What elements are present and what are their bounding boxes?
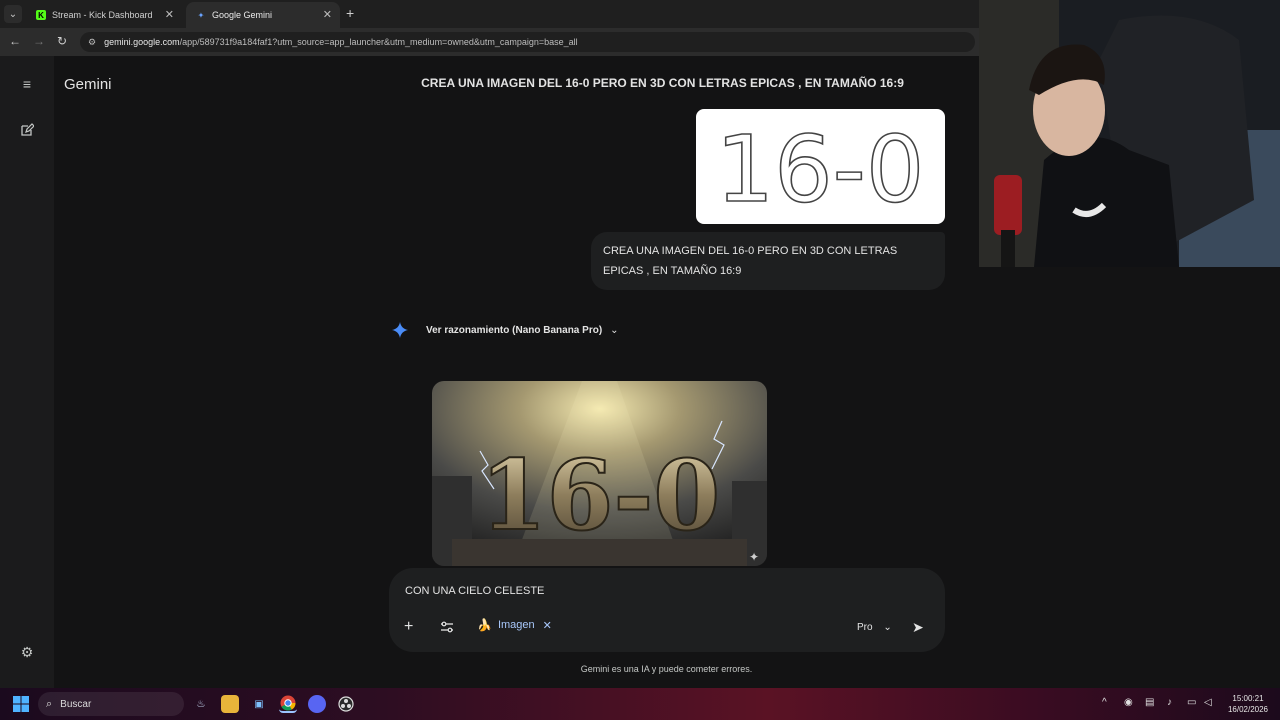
search-placeholder: Buscar xyxy=(60,698,92,710)
reload-icon[interactable]: ↻ xyxy=(57,34,67,48)
search-icon: ⌕ xyxy=(46,697,53,710)
windows-start-icon[interactable] xyxy=(13,696,29,712)
send-arrow-icon[interactable]: ➤ xyxy=(912,619,924,636)
mode-label: Pro xyxy=(857,622,873,633)
user-message-line: EPICAS , EN TAMAÑO 16:9 xyxy=(603,265,742,277)
chrome-icon[interactable] xyxy=(279,695,297,713)
url-host: gemini.google.com xyxy=(104,37,180,47)
site-info-icon[interactable]: ⚙ xyxy=(88,37,96,48)
right-background xyxy=(979,267,1280,688)
sketch-handwriting: 16-0 xyxy=(716,116,925,223)
disclaimer-text: Gemini es una IA y puede cometer errores… xyxy=(580,664,753,674)
close-tab-icon[interactable]: ✕ xyxy=(165,8,174,21)
user-message-bubble: CREA UNA IMAGEN DEL 16-0 PERO EN 3D CON … xyxy=(591,232,945,290)
obs-icon[interactable] xyxy=(337,695,355,713)
tab-google-gemini[interactable]: ✦ Google Gemini ✕ xyxy=(186,2,340,28)
new-tab-plus-icon[interactable]: + xyxy=(346,5,354,21)
tray-chevron-up-icon[interactable]: ^ xyxy=(1102,697,1107,708)
file-explorer-icon[interactable] xyxy=(221,695,239,713)
remove-chip-close-icon[interactable]: ✕ xyxy=(543,619,552,632)
tab-search-chevron-icon[interactable]: ⌄ xyxy=(4,5,22,23)
clock-time: 15:00:21 xyxy=(1232,694,1264,703)
gemini-app: ≡ ⚙ Gemini CREA UNA IMAGEN DEL 16-0 PERO… xyxy=(0,56,980,688)
back-arrow-icon[interactable]: ← xyxy=(9,34,21,48)
show-reasoning-toggle[interactable]: Ver razonamiento (Nano Banana Pro) ⌄ xyxy=(392,322,619,338)
chip-label: Imagen xyxy=(497,619,535,631)
keyboard-icon[interactable]: ▤ xyxy=(1145,697,1154,708)
conversation-title: CREA UNA IMAGEN DEL 16-0 PERO EN 3D CON … xyxy=(421,76,904,90)
system-clock[interactable]: 15:00:21 16/02/2026 xyxy=(1222,693,1274,715)
clock-date: 16/02/2026 xyxy=(1227,705,1269,714)
windows-taskbar: ⌕ Buscar ♨ ▣ ^ ◉ ▤ ♪ ▭ ◁ 15:00:21 16/02/… xyxy=(0,688,1280,720)
model-mode-dropdown[interactable]: Pro ⌄ xyxy=(857,622,892,633)
close-tab-icon[interactable]: ✕ xyxy=(323,8,332,21)
uploaded-sketch-image[interactable]: 16-0 xyxy=(696,109,945,224)
generated-image[interactable]: 16-0 ✦ xyxy=(432,381,767,566)
url-path: /app/589731f9a184faf1?utm_source=app_lau… xyxy=(179,37,578,47)
brand-name: Gemini xyxy=(64,76,112,93)
store-icon[interactable]: ▣ xyxy=(250,695,268,713)
steam-icon[interactable]: ♨ xyxy=(192,695,210,713)
tab-label: Google Gemini xyxy=(212,10,273,20)
reasoning-label: Ver razonamiento (Nano Banana Pro) xyxy=(426,324,603,336)
gemini-spark-icon xyxy=(392,322,408,338)
settings-gear-icon[interactable]: ⚙ xyxy=(18,643,36,661)
user-message-line: CREA UNA IMAGEN DEL 16-0 PERO EN 3D CON … xyxy=(603,245,898,257)
tab-label: Stream - Kick Dashboard xyxy=(52,10,153,20)
add-attachment-plus-icon[interactable]: + xyxy=(404,618,413,636)
volume-icon[interactable]: ◁ xyxy=(1204,697,1212,708)
network-icon[interactable]: ▭ xyxy=(1187,697,1196,708)
sidebar: ≡ ⚙ xyxy=(0,56,54,688)
discord-icon[interactable] xyxy=(308,695,326,713)
streamer-webcam-image xyxy=(979,0,1280,267)
webcam-overlay xyxy=(979,0,1280,267)
taskbar-search[interactable]: ⌕ Buscar xyxy=(38,692,184,716)
prompt-composer: CON UNA CIELO CELESTE + 🍌 Imagen ✕ Pro ⌄… xyxy=(389,568,945,652)
banana-icon: 🍌 xyxy=(477,618,492,632)
gemini-icon: ✦ xyxy=(197,10,205,20)
gemini-watermark-icon: ✦ xyxy=(749,550,759,564)
discord-tray-icon[interactable]: ◉ xyxy=(1124,697,1133,708)
chevron-down-icon: ⌄ xyxy=(610,324,619,336)
browser-tab-bar: ⌄ K Stream - Kick Dashboard ✕ ✦ Google G… xyxy=(0,0,980,28)
tools-sliders-icon[interactable] xyxy=(440,621,454,633)
new-chat-edit-icon[interactable] xyxy=(18,121,36,139)
image-tool-chip[interactable]: 🍌 Imagen ✕ xyxy=(477,618,552,632)
microphone-icon[interactable]: ♪ xyxy=(1167,697,1172,708)
tab-kick-dashboard[interactable]: K Stream - Kick Dashboard ✕ xyxy=(26,2,182,28)
generated-image-text: 16-0 xyxy=(480,439,720,552)
browser-toolbar: ← → ↻ ⚙ gemini.google.com /app/589731f9a… xyxy=(0,28,980,56)
kick-icon: K xyxy=(36,10,46,20)
forward-arrow-icon[interactable]: → xyxy=(33,34,45,48)
prompt-input[interactable]: CON UNA CIELO CELESTE xyxy=(405,585,544,597)
address-bar[interactable]: ⚙ gemini.google.com /app/589731f9a184faf… xyxy=(80,32,975,52)
chevron-down-icon: ⌄ xyxy=(883,622,892,633)
menu-hamburger-icon[interactable]: ≡ xyxy=(18,75,36,93)
